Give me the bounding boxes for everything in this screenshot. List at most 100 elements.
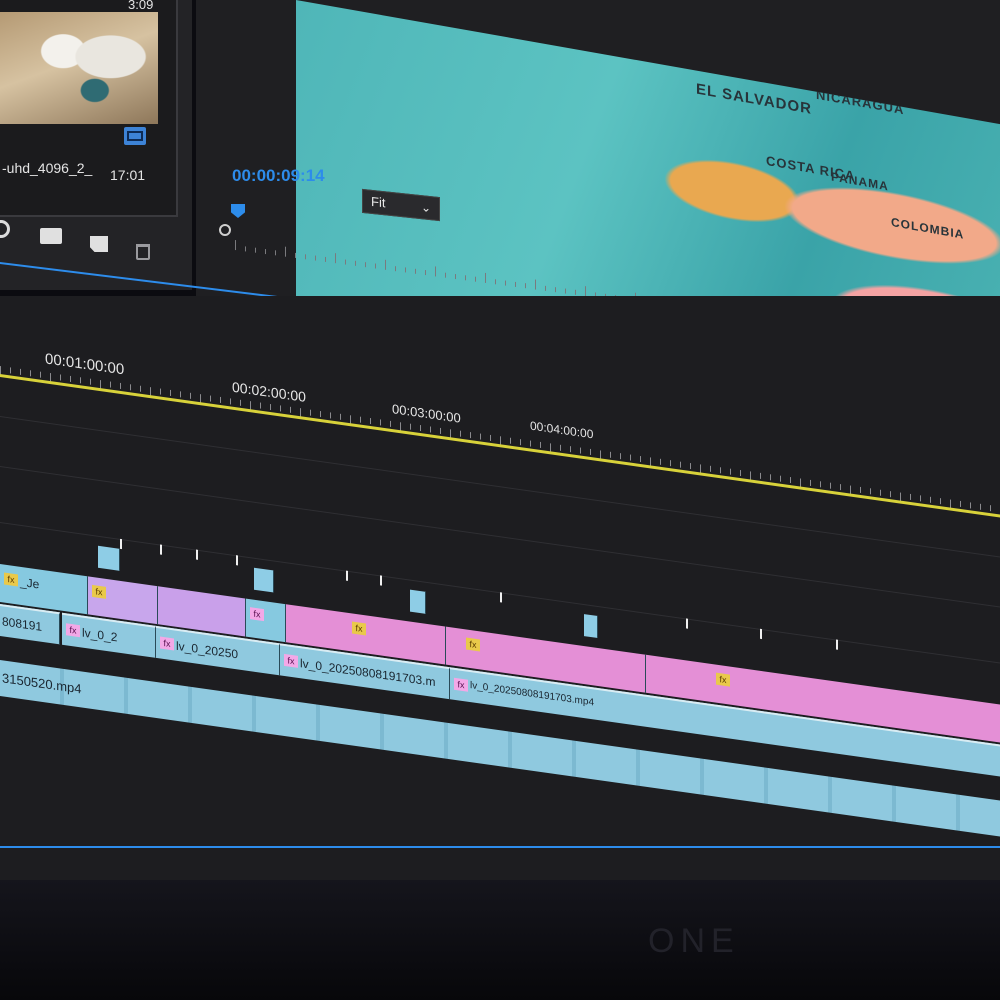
edit-point[interactable] (346, 570, 348, 581)
ruler-tick (460, 430, 461, 437)
zoom-level-value: Fit (371, 193, 386, 211)
monitor-ruler-tick (515, 281, 516, 287)
ruler-tick (130, 384, 131, 391)
clip-thumbnail-frame[interactable]: 3:09 -uhd_4096_2_ 17:01 (0, 0, 178, 217)
edit-point[interactable] (686, 618, 688, 629)
edit-point[interactable] (836, 639, 838, 650)
ruler-tick (170, 389, 171, 397)
fx-badge: fx (4, 572, 18, 587)
video-clip-v2[interactable] (98, 545, 120, 571)
ruler-tick (120, 382, 121, 390)
ruler-tick (260, 402, 261, 409)
monitor-ruler-tick (245, 246, 246, 252)
edit-point[interactable] (760, 628, 762, 640)
edit-point[interactable] (120, 538, 122, 550)
monitor-ruler-tick (555, 287, 556, 293)
edit-point[interactable] (160, 544, 162, 555)
ruler-tick (660, 458, 661, 465)
fx-badge: fx (466, 637, 480, 652)
ruler-tick (190, 392, 191, 399)
monitor-ruler-tick (495, 279, 496, 285)
ruler-tick (180, 391, 181, 398)
new-bin-icon[interactable] (40, 228, 62, 244)
ruler-tick (310, 409, 311, 416)
ruler-tick (780, 475, 781, 482)
ruler-tick (610, 451, 611, 458)
playhead-timecode[interactable]: 00:00:09:14 (232, 166, 325, 186)
monitor-ruler-tick (415, 268, 416, 274)
ruler-tick (640, 455, 641, 463)
monitor-ruler-tick (345, 259, 346, 265)
ruler-tick (820, 481, 821, 488)
ruler-tick (860, 486, 861, 494)
ruler-tick (540, 441, 541, 449)
ruler-tick (940, 498, 941, 505)
monitor-ruler-tick (365, 262, 366, 268)
ruler-tick (230, 398, 231, 405)
clip-thumbnail[interactable] (0, 12, 158, 124)
edit-point[interactable] (380, 575, 382, 586)
clip-name[interactable]: -uhd_4096_2_ (2, 160, 92, 176)
map-label: HONDURAS (796, 53, 880, 83)
monitor-ruler-tick (475, 276, 476, 282)
film-strip-icon (124, 127, 146, 145)
fx-badge: fx (92, 584, 106, 599)
bezel-logo: ONE (648, 922, 740, 960)
clip-length: 17:01 (110, 167, 146, 183)
edit-point[interactable] (500, 592, 502, 603)
video-clip-v2[interactable] (410, 589, 426, 614)
monitor-ruler-tick (385, 259, 386, 270)
monitor-ruler-tick (465, 275, 466, 281)
ruler-tick (290, 406, 291, 413)
monitor-ruler-tick (525, 283, 526, 289)
ruler-time-label: 00:03:00:00 (392, 401, 461, 426)
ruler-tick (160, 388, 161, 395)
ruler-tick (380, 419, 381, 426)
ruler-tick (590, 448, 591, 456)
trash-icon[interactable] (136, 244, 150, 260)
video-clip-v2[interactable] (584, 614, 598, 639)
chevron-down-icon: ⌄ (421, 200, 432, 216)
ruler-tick (790, 477, 791, 484)
ruler-tick (630, 454, 631, 461)
ruler-tick (80, 377, 81, 384)
ruler-tick (710, 465, 711, 472)
in-point-marker[interactable] (219, 224, 231, 236)
video-clip-v2[interactable] (254, 567, 274, 593)
new-item-icon[interactable] (90, 236, 108, 252)
ruler-tick (240, 399, 241, 406)
monitor-ruler-tick (285, 246, 286, 257)
monitor-ruler-tick (585, 286, 586, 297)
monitor-ruler-tick (325, 256, 326, 262)
ruler-tick (370, 418, 371, 425)
ruler-time-label: 00:01:00:00 (45, 350, 125, 379)
timeline-ruler[interactable] (0, 336, 1000, 512)
monitor-ruler-tick (545, 285, 546, 291)
ruler-tick (720, 467, 721, 474)
monitor-ruler-tick (295, 252, 296, 259)
freeform-view-icon[interactable] (0, 220, 10, 238)
edit-point[interactable] (236, 555, 238, 566)
fx-badge: fx (454, 677, 468, 692)
monitor-ruler-tick (535, 279, 536, 290)
monitor-ruler-tick (575, 289, 576, 295)
ruler-tick (110, 381, 111, 388)
video-clip-v1[interactable]: fx (246, 598, 286, 643)
ruler-tick (680, 461, 681, 468)
video-clip-v0[interactable]: 808191 (0, 604, 60, 645)
monitor-ruler-tick (375, 263, 376, 269)
work-area-bar[interactable] (0, 374, 1000, 535)
monitor-ruler-tick (235, 240, 236, 251)
ruler-time-label: 00:04:00:00 (530, 418, 594, 442)
ruler-tick (870, 488, 871, 495)
ruler-tick (420, 425, 421, 432)
edit-point[interactable] (196, 549, 198, 560)
ruler-tick (510, 437, 511, 444)
ruler-tick (880, 489, 881, 496)
timeline-scrollbar[interactable] (0, 846, 1000, 848)
ruler-tick (690, 462, 691, 470)
ruler-tick (520, 439, 521, 446)
ruler-tick (670, 460, 671, 467)
clip-label: lv_0_2 (82, 625, 118, 645)
fx-badge: fx (716, 672, 730, 687)
